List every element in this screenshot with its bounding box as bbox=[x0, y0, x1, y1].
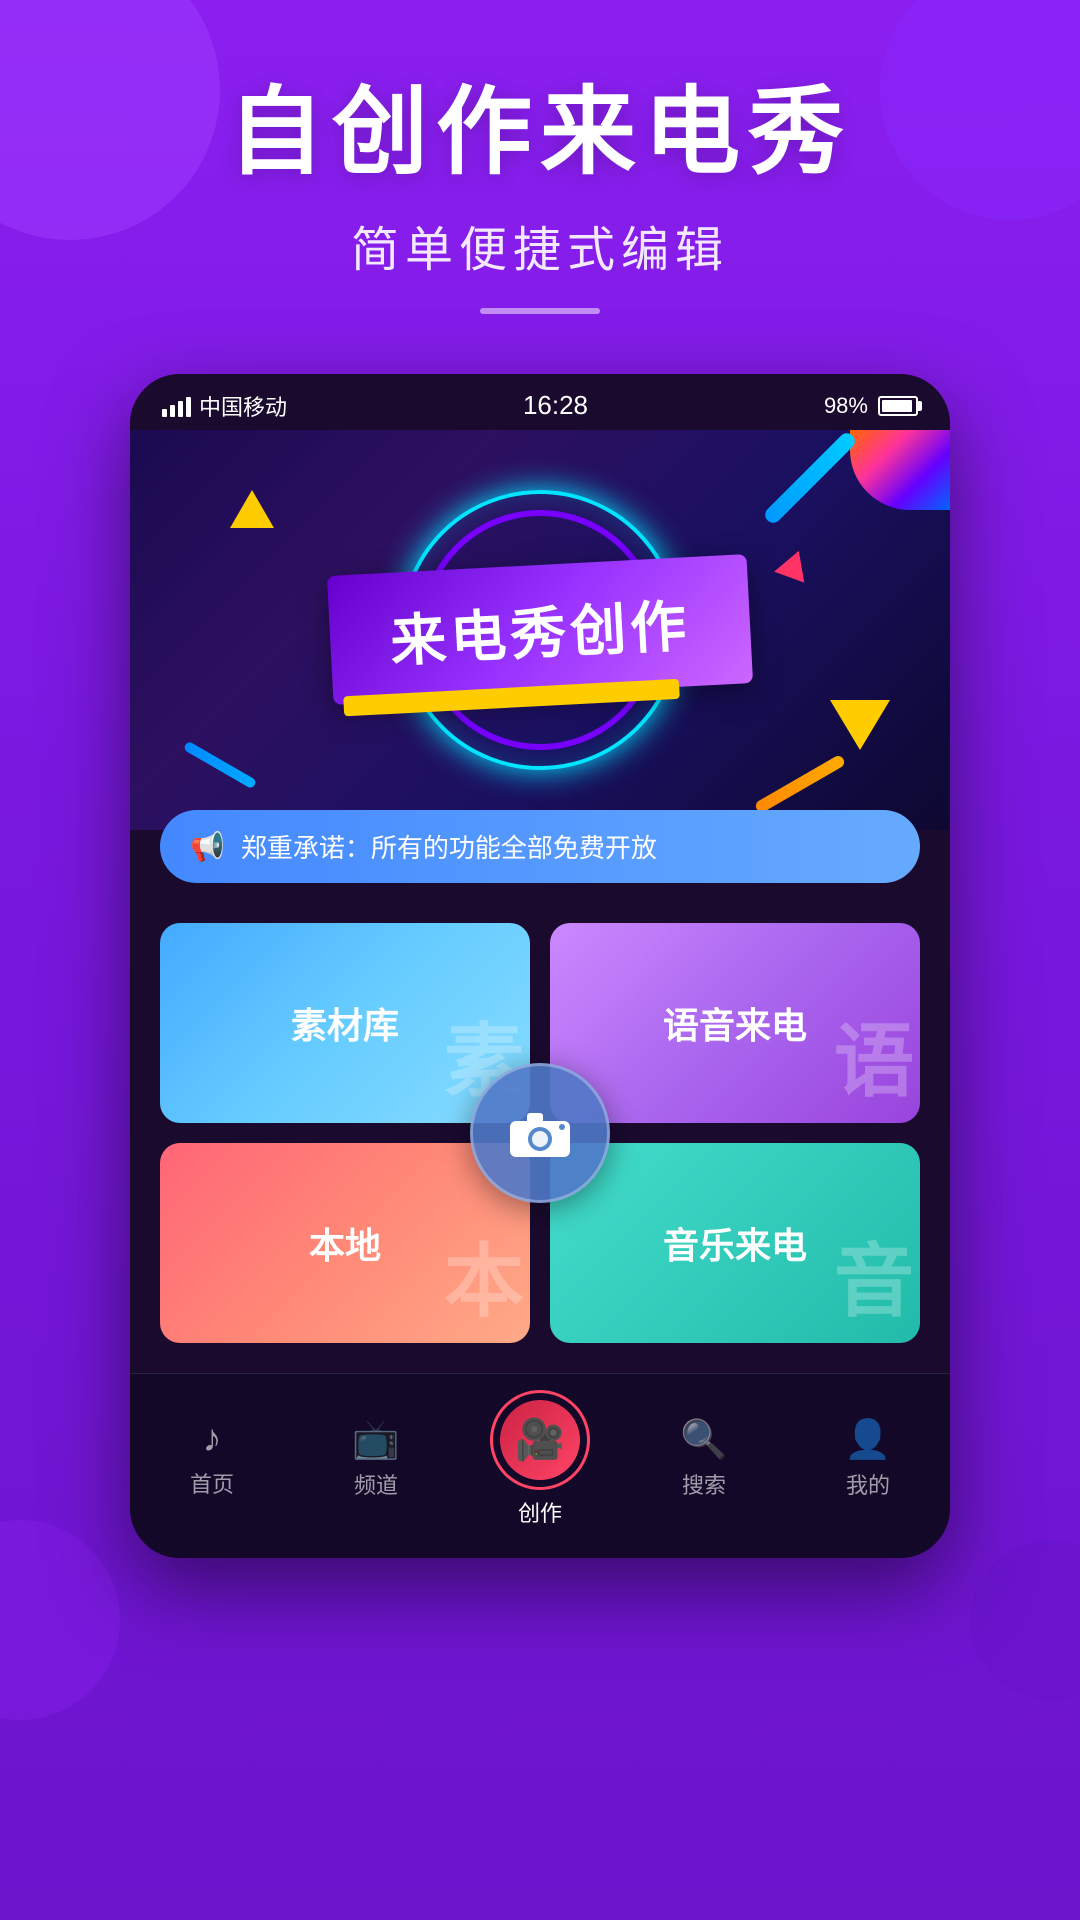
signal-bar-1 bbox=[162, 409, 167, 417]
nav-item-channel[interactable]: 📺 频道 bbox=[311, 1418, 441, 1500]
time-display: 16:28 bbox=[523, 390, 588, 421]
banner-title-card: 来电秀创作 bbox=[327, 554, 753, 705]
camera-icon bbox=[505, 1103, 575, 1163]
deco-stripe-blue2 bbox=[183, 740, 257, 789]
deco-triangle-yellow-right bbox=[830, 700, 890, 750]
app-background: 自创作来电秀 简单便捷式编辑 中国移动 16:28 98% bbox=[0, 0, 1080, 1920]
nav-item-create[interactable]: 🎥 创作 bbox=[475, 1390, 605, 1528]
bottom-nav: ♪ 首页 📺 频道 🎥 创作 🔍 搜索 👤 我的 bbox=[130, 1373, 950, 1558]
phone-mockup: 中国移动 16:28 98% 来电秀创作 bbox=[130, 374, 950, 1558]
deco-blob-bottom-left bbox=[0, 1520, 120, 1720]
create-button-ring: 🎥 bbox=[490, 1390, 590, 1490]
profile-label: 我的 bbox=[846, 1468, 890, 1500]
search-icon: 🔍 bbox=[680, 1418, 727, 1462]
title-underline bbox=[480, 308, 600, 314]
grid-container: 素 素材库 语 语音来电 bbox=[160, 923, 920, 1343]
home-label: 首页 bbox=[190, 1467, 234, 1499]
create-button-inner: 🎥 bbox=[500, 1400, 580, 1480]
nav-item-profile[interactable]: 👤 我的 bbox=[803, 1418, 933, 1500]
btn-voice-label: 语音来电 bbox=[663, 997, 807, 1049]
deco-stripe-orange bbox=[754, 753, 847, 813]
btn-ghost-overlay-3: 本 bbox=[444, 1217, 520, 1333]
btn-local[interactable]: 本 本地 bbox=[160, 1143, 530, 1343]
deco-triangle-red bbox=[774, 545, 814, 582]
signal-bar-3 bbox=[178, 401, 183, 417]
btn-material-library[interactable]: 素 素材库 bbox=[160, 923, 530, 1123]
grid-area: 素 素材库 语 语音来电 bbox=[130, 903, 950, 1373]
create-icon: 🎥 bbox=[515, 1416, 565, 1463]
channel-label: 频道 bbox=[354, 1468, 398, 1500]
notice-text: 郑重承诺：所有的功能全部免费开放 bbox=[241, 828, 890, 865]
deco-stripe-blue bbox=[762, 430, 858, 526]
channel-icon: 📺 bbox=[352, 1418, 399, 1462]
nav-item-search[interactable]: 🔍 搜索 bbox=[639, 1418, 769, 1500]
deco-blob-bottom-right bbox=[970, 1540, 1080, 1700]
nav-item-home[interactable]: ♪ 首页 bbox=[147, 1418, 277, 1499]
battery-icon bbox=[878, 396, 918, 416]
banner-title-text: 来电秀创作 bbox=[388, 581, 692, 678]
btn-ghost-overlay-4: 音 bbox=[834, 1217, 910, 1333]
carrier-text: 中国移动 bbox=[199, 390, 287, 422]
btn-ghost-overlay-2: 语 bbox=[834, 997, 910, 1113]
main-title: 自创作来电秀 bbox=[0, 80, 1080, 186]
home-icon: ♪ bbox=[203, 1418, 222, 1461]
search-label: 搜索 bbox=[682, 1468, 726, 1500]
sub-title: 简单便捷式编辑 bbox=[0, 210, 1080, 280]
status-right: 98% bbox=[824, 393, 918, 419]
signal-bars bbox=[162, 395, 191, 417]
btn-local-label: 本地 bbox=[309, 1217, 381, 1269]
phone-banner: 来电秀创作 bbox=[130, 430, 950, 830]
btn-material-label: 素材库 bbox=[291, 997, 399, 1049]
status-bar: 中国移动 16:28 98% bbox=[130, 374, 950, 430]
header-section: 自创作来电秀 简单便捷式编辑 bbox=[0, 0, 1080, 314]
profile-icon: 👤 bbox=[844, 1418, 891, 1462]
battery-fill bbox=[882, 400, 912, 412]
btn-music-label: 音乐来电 bbox=[663, 1217, 807, 1269]
battery-pct: 98% bbox=[824, 393, 868, 419]
create-label: 创作 bbox=[518, 1496, 562, 1528]
btn-music-call[interactable]: 音 音乐来电 bbox=[550, 1143, 920, 1343]
color-splash bbox=[850, 430, 950, 510]
camera-fab-button[interactable] bbox=[470, 1063, 610, 1203]
deco-triangle-yellow bbox=[230, 490, 274, 528]
signal-bar-4 bbox=[186, 397, 191, 417]
btn-voice-call[interactable]: 语 语音来电 bbox=[550, 923, 920, 1123]
notice-bar: 📢 郑重承诺：所有的功能全部免费开放 bbox=[160, 810, 920, 883]
notice-icon: 📢 bbox=[190, 830, 225, 863]
status-left: 中国移动 bbox=[162, 390, 287, 422]
signal-bar-2 bbox=[170, 405, 175, 417]
